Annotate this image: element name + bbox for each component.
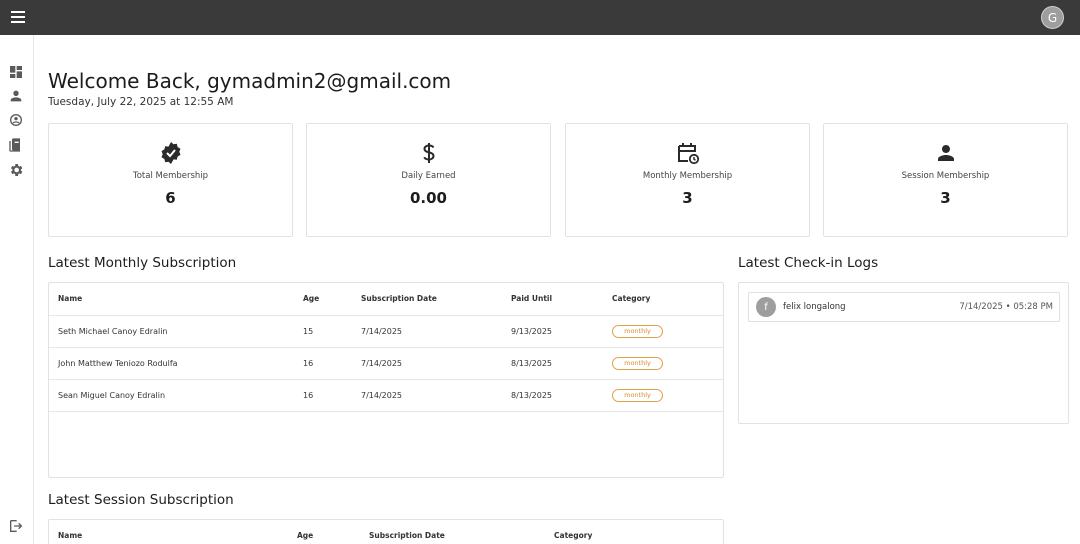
sidebar (0, 35, 34, 544)
checkin-panel: f felix longalong 7/14/2025 • 05:28 PM (738, 282, 1069, 424)
menu-icon[interactable] (9, 8, 27, 26)
col-header-category: Category (554, 531, 593, 540)
cell-sub-date: 7/14/2025 (361, 359, 403, 368)
stat-card-monthly: Monthly Membership 3 (565, 123, 810, 237)
table-divider (49, 411, 723, 412)
cell-paid-until: 8/13/2025 (511, 391, 553, 400)
col-header-sub-date: Subscription Date (369, 531, 445, 540)
session-section-title: Latest Session Subscription (48, 492, 234, 508)
settings-icon[interactable] (8, 162, 24, 178)
category-badge: monthly (612, 357, 663, 370)
col-header-age: Age (303, 294, 320, 303)
cell-age: 16 (303, 359, 314, 368)
category-badge: monthly (612, 389, 663, 402)
stat-value: 6 (165, 189, 176, 207)
checkin-name: felix longalong (783, 302, 846, 312)
col-header-name: Name (58, 294, 83, 303)
stat-label: Total Membership (132, 171, 209, 181)
cell-name: John Matthew Teniozo Rodulfa (58, 359, 178, 368)
table-row[interactable]: Sean Miguel Canoy Edralin 16 7/14/2025 8… (49, 379, 723, 411)
cell-age: 15 (303, 327, 314, 336)
logout-icon[interactable] (8, 518, 24, 534)
col-header-name: Name (58, 531, 83, 540)
dashboard-icon[interactable] (8, 64, 24, 80)
cell-paid-until: 9/13/2025 (511, 327, 553, 336)
col-header-sub-date: Subscription Date (361, 294, 437, 303)
stat-card-session: Session Membership 3 (823, 123, 1068, 237)
current-date: Tuesday, July 22, 2025 at 12:55 AM (48, 96, 234, 108)
stat-value: 3 (940, 189, 951, 207)
person-icon (934, 141, 958, 165)
checkin-section-title: Latest Check-in Logs (738, 255, 879, 271)
monthly-table: Name Age Subscription Date Paid Until Ca… (48, 282, 724, 478)
stat-card-daily: Daily Earned 0.00 (306, 123, 551, 237)
verified-icon (159, 141, 183, 165)
book-icon[interactable] (8, 137, 24, 153)
stat-label: Monthly Membership (642, 171, 733, 181)
cell-sub-date: 7/14/2025 (361, 327, 403, 336)
stat-value: 3 (682, 189, 693, 207)
checkin-log-item[interactable]: f felix longalong 7/14/2025 • 05:28 PM (748, 292, 1060, 322)
welcome-title: Welcome Back, gymadmin2@gmail.com (48, 69, 452, 93)
person-icon[interactable] (8, 88, 24, 104)
category-badge: monthly (612, 325, 663, 338)
table-row[interactable]: Seth Michael Canoy Edralin 15 7/14/2025 … (49, 315, 723, 347)
cell-name: Sean Miguel Canoy Edralin (58, 391, 166, 400)
dollar-icon (417, 141, 441, 165)
user-avatar[interactable]: G (1041, 6, 1064, 29)
cell-name: Seth Michael Canoy Edralin (58, 327, 168, 336)
col-header-paid-until: Paid Until (511, 294, 553, 303)
col-header-age: Age (297, 531, 314, 540)
cell-sub-date: 7/14/2025 (361, 391, 403, 400)
checkin-time: 7/14/2025 • 05:28 PM (959, 302, 1053, 312)
stat-label: Daily Earned (401, 171, 456, 181)
stat-card-total: Total Membership 6 (48, 123, 293, 237)
cell-age: 16 (303, 391, 314, 400)
top-app-bar: G (0, 0, 1080, 35)
session-table: Name Age Subscription Date Category (48, 519, 724, 544)
sync-icon[interactable] (8, 112, 24, 128)
table-row[interactable]: John Matthew Teniozo Rodulfa 16 7/14/202… (49, 347, 723, 379)
checkin-avatar: f (756, 297, 776, 317)
stat-value: 0.00 (409, 189, 447, 207)
col-header-category: Category (612, 294, 651, 303)
monthly-section-title: Latest Monthly Subscription (48, 255, 237, 271)
main-content: Welcome Back, gymadmin2@gmail.com Tuesda… (34, 35, 1080, 544)
cell-paid-until: 8/13/2025 (511, 359, 553, 368)
calendar-clock-icon (676, 141, 700, 165)
stat-label: Session Membership (901, 171, 990, 181)
